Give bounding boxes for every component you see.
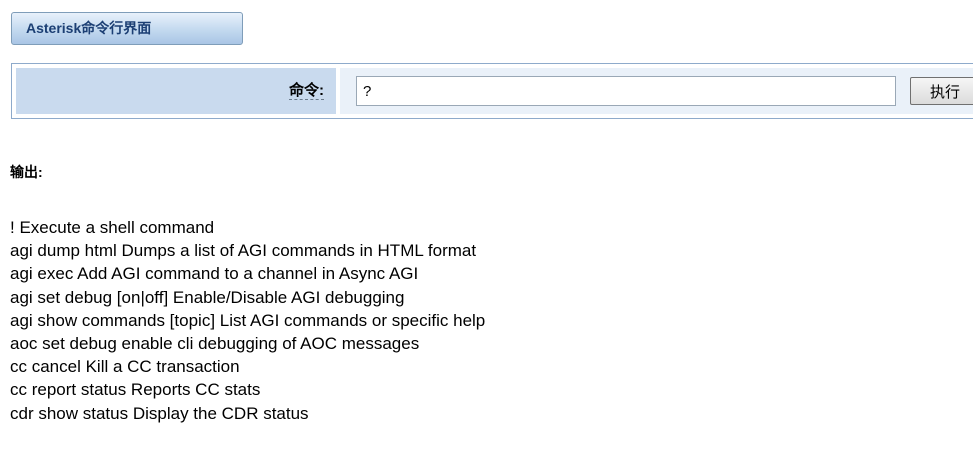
output-list: ! Execute a shell command agi dump html … [10, 216, 485, 425]
output-line: cc cancel Kill a CC transaction [10, 357, 240, 377]
command-value-cell: 执行 [340, 68, 973, 114]
output-line: aoc set debug enable cli debugging of AO… [10, 334, 420, 354]
output-line: agi exec Add AGI command to a channel in… [10, 264, 419, 284]
output-line: agi show commands [topic] List AGI comma… [10, 310, 486, 330]
output-line: ! Execute a shell command [10, 218, 215, 237]
execute-button[interactable]: 执行 [910, 77, 973, 105]
output-line: agi dump html Dumps a list of AGI comman… [10, 241, 477, 261]
output-label: 输出: [10, 164, 43, 180]
asterisk-cli-page: Asterisk命令行界面 命令: 执行 输出: ! Execute a she… [0, 0, 973, 457]
output-line: cdr show status Display the CDR status [10, 403, 309, 423]
command-input[interactable] [356, 76, 896, 106]
command-label-cell: 命令: [16, 68, 336, 114]
output-line: cc report status Reports CC stats [10, 380, 261, 400]
command-label: 命令: [289, 82, 324, 100]
output-line: agi set debug [on|off] Enable/Disable AG… [10, 287, 405, 307]
page-title-tab: Asterisk命令行界面 [11, 12, 243, 45]
command-form: 命令: 执行 [11, 63, 973, 119]
